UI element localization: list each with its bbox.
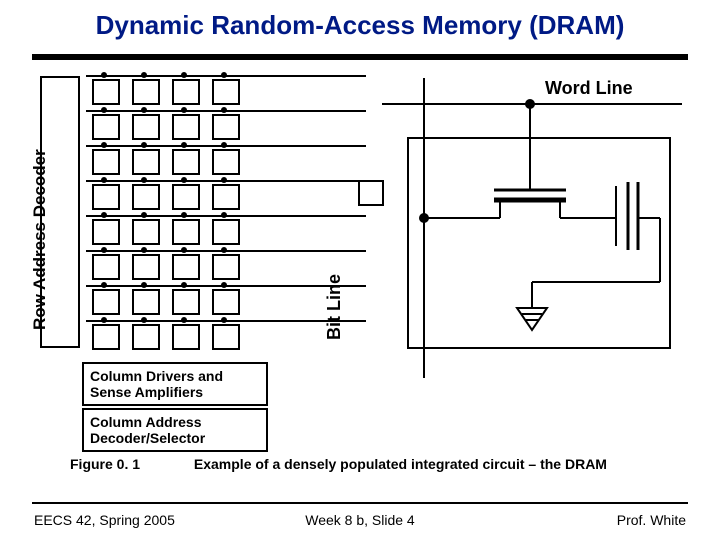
cell-contact [141,107,147,113]
dram-cell [212,114,240,140]
cell-contact [221,282,227,288]
cell-contact [221,317,227,323]
dram-cell [92,289,120,315]
cell-contact [141,142,147,148]
bit-line-label: Bit Line [324,274,345,340]
dram-cell [212,219,240,245]
figure-caption: Figure 0. 1 Example of a densely populat… [70,456,670,472]
cell-contact [221,142,227,148]
dram-cell-svg [382,78,682,378]
dram-cell [172,324,200,350]
cell-contact [181,72,187,78]
dram-cell [132,324,160,350]
dram-cell [92,219,120,245]
dram-cell [132,149,160,175]
cell-contact [181,177,187,183]
cell-contact [181,247,187,253]
cell-contact [181,107,187,113]
cell-contact [141,247,147,253]
dram-cell [92,184,120,210]
cell-contact [141,177,147,183]
cell-contact [101,72,107,78]
dram-cell [132,184,160,210]
dram-cell [172,184,200,210]
dram-cell [132,254,160,280]
footer-right: Prof. White [617,512,686,528]
cell-row [86,180,256,212]
figure-text: Example of a densely populated integrate… [194,456,624,472]
cell-contact [141,282,147,288]
row-address-decoder-label: Row Address Decoder [30,70,50,330]
dram-cell [92,149,120,175]
title-rule [32,54,688,60]
cell-row [86,110,256,142]
dram-cell [92,114,120,140]
cell-contact [181,282,187,288]
cell-contact [101,177,107,183]
cell-row [86,75,256,107]
dram-cell [212,254,240,280]
dram-cell [212,149,240,175]
dram-cell [92,254,120,280]
cell-row [86,250,256,282]
dram-cell [92,324,120,350]
cell-contact [181,142,187,148]
figure-number: Figure 0. 1 [70,456,190,472]
dram-cell [92,79,120,105]
cell-row [86,215,256,247]
dram-cell [212,289,240,315]
dram-cell [212,184,240,210]
dram-cell [132,219,160,245]
column-drivers-box: Column Drivers and Sense Amplifiers [82,362,268,406]
cell-contact [101,212,107,218]
footer-rule [32,502,688,504]
cell-row [86,320,256,352]
column-decoder-box: Column Address Decoder/Selector [82,408,268,452]
dram-cell-array [86,75,256,355]
dram-cell [212,79,240,105]
cell-contact [181,317,187,323]
cell-contact [101,317,107,323]
cell-contact [221,177,227,183]
bit-line-tap-box [358,180,384,206]
cell-contact [141,317,147,323]
cell-contact [101,282,107,288]
cell-contact [181,212,187,218]
dram-cell [172,149,200,175]
cell-contact [141,212,147,218]
cell-row [86,145,256,177]
dram-cell [132,114,160,140]
cell-contact [141,72,147,78]
dram-cell [132,289,160,315]
dram-cell [212,324,240,350]
cell-contact [221,72,227,78]
cell-contact [101,247,107,253]
cell-contact [221,107,227,113]
dram-cell [172,289,200,315]
cell-contact [221,247,227,253]
dram-cell-detail [382,78,682,378]
footer-center: Week 8 b, Slide 4 [0,512,720,528]
dram-cell [172,79,200,105]
cell-contact [221,212,227,218]
dram-cell [172,219,200,245]
cell-contact [101,107,107,113]
dram-cell [172,254,200,280]
slide-title: Dynamic Random-Access Memory (DRAM) [0,10,720,41]
cell-row [86,285,256,317]
dram-cell [172,114,200,140]
dram-cell [132,79,160,105]
cell-contact [101,142,107,148]
